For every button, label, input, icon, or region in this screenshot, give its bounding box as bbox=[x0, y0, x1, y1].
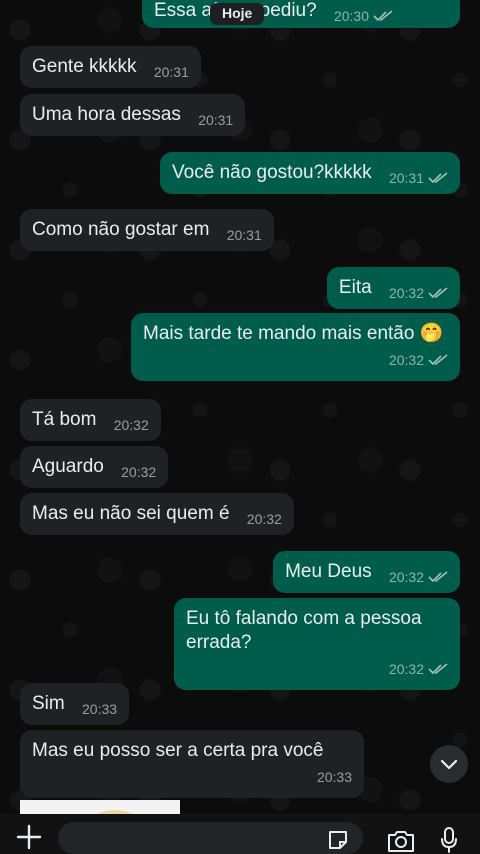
read-ticks-icon bbox=[428, 354, 448, 366]
chevron-down-icon bbox=[440, 759, 458, 770]
date-chip: Hoje bbox=[210, 3, 265, 25]
message-incoming[interactable]: Gente kkkkk 20:31 bbox=[20, 46, 201, 88]
message-meta: 20:31 bbox=[389, 166, 448, 190]
message-text: Tá bom bbox=[32, 409, 97, 430]
message-meta: 20:33 bbox=[32, 765, 352, 789]
sticker-icon[interactable] bbox=[326, 828, 350, 852]
camera-icon[interactable] bbox=[386, 828, 416, 854]
plus-icon[interactable] bbox=[16, 824, 42, 850]
message-text: Mas eu não sei quem é bbox=[32, 503, 230, 524]
read-ticks-icon bbox=[428, 571, 448, 583]
message-text: Como não gostar em bbox=[32, 219, 210, 240]
message-time: 20:31 bbox=[198, 112, 234, 128]
message-incoming[interactable]: Aguardo 20:32 bbox=[20, 446, 169, 488]
scroll-to-bottom-button[interactable] bbox=[430, 745, 468, 783]
message-meta: 20:33 bbox=[82, 697, 117, 721]
read-ticks-icon bbox=[428, 172, 448, 184]
message-meta: 20:31 bbox=[154, 60, 189, 84]
message-incoming[interactable]: Sim 20:33 bbox=[20, 683, 130, 725]
message-text: Eu tô falando com a pessoa errada? bbox=[186, 608, 422, 653]
message-input[interactable] bbox=[58, 822, 363, 854]
message-incoming[interactable]: Como não gostar em 20:31 bbox=[20, 209, 274, 251]
message-meta: 20:32 bbox=[121, 460, 156, 484]
message-meta: 20:32 bbox=[143, 348, 448, 372]
message-meta: 20:32 bbox=[114, 413, 149, 437]
message-time: 20:32 bbox=[388, 661, 424, 677]
message-time: 20:33 bbox=[316, 769, 352, 785]
message-outgoing[interactable]: Você não gostou?kkkkk 20:31 bbox=[160, 152, 460, 194]
message-time: 20:31 bbox=[388, 170, 424, 186]
message-outgoing[interactable]: Mais tarde te mando mais então 🤭 20:32 bbox=[131, 313, 460, 381]
message-incoming[interactable]: Mas eu não sei quem é 20:32 bbox=[20, 493, 294, 535]
chat-background: Essa aí que pediu? 20:30 Hoje Gente kkkk… bbox=[0, 0, 480, 854]
mic-icon[interactable] bbox=[440, 826, 458, 854]
message-meta: 20:31 bbox=[227, 223, 262, 247]
message-incoming[interactable]: Uma hora dessas 20:31 bbox=[20, 94, 246, 136]
message-text: Mais tarde te mando mais então 🤭 bbox=[143, 323, 444, 344]
message-time: 20:31 bbox=[226, 227, 262, 243]
message-time: 20:32 bbox=[388, 352, 424, 368]
message-text: Uma hora dessas bbox=[32, 104, 181, 125]
message-meta: 20:32 bbox=[389, 281, 448, 305]
message-text: Gente kkkkk bbox=[32, 56, 137, 77]
message-time: 20:33 bbox=[82, 701, 118, 717]
message-meta: 20:30 bbox=[334, 4, 393, 28]
message-time: 20:32 bbox=[388, 569, 424, 585]
message-text: Você não gostou?kkkkk bbox=[172, 162, 372, 183]
message-text: Sim bbox=[32, 693, 65, 714]
message-outgoing[interactable]: Eita 20:32 bbox=[326, 267, 460, 309]
read-ticks-icon bbox=[428, 663, 448, 675]
message-text: Meu Deus bbox=[285, 561, 372, 582]
message-outgoing[interactable]: Essa aí que pediu? 20:30 bbox=[142, 0, 460, 28]
message-text: Eita bbox=[338, 277, 372, 298]
message-outgoing[interactable]: Meu Deus 20:32 bbox=[273, 551, 460, 593]
message-text: Aguardo bbox=[32, 456, 104, 477]
message-meta: 20:32 bbox=[389, 565, 448, 589]
message-time: 20:30 bbox=[333, 8, 370, 24]
message-meta: 20:31 bbox=[198, 108, 233, 132]
message-text: Mas eu posso ser a certa pra você bbox=[32, 740, 324, 761]
message-time: 20:31 bbox=[153, 64, 189, 80]
read-ticks-icon bbox=[428, 287, 448, 299]
message-incoming[interactable]: Tá bom 20:32 bbox=[20, 399, 161, 441]
message-outgoing[interactable]: Eu tô falando com a pessoa errada? 20:32 bbox=[174, 598, 460, 690]
composer-bar bbox=[0, 814, 480, 854]
message-time: 20:32 bbox=[246, 511, 282, 527]
message-incoming[interactable]: Mas eu posso ser a certa pra você 20:33 bbox=[20, 730, 364, 798]
message-meta: 20:32 bbox=[247, 507, 282, 531]
message-time: 20:32 bbox=[113, 417, 149, 433]
read-ticks-icon bbox=[373, 10, 393, 22]
message-time: 20:32 bbox=[121, 464, 157, 480]
message-time: 20:32 bbox=[388, 285, 424, 301]
message-meta: 20:32 bbox=[186, 657, 448, 681]
